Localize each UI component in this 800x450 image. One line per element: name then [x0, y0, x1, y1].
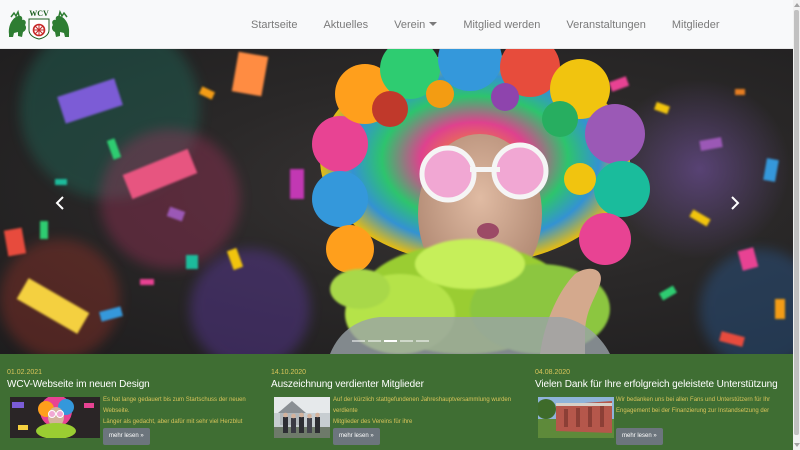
page-scrollbar[interactable] — [793, 0, 800, 450]
read-more-button[interactable]: mehr lesen » — [616, 428, 663, 445]
news-excerpt-line: Länger als gedacht, aber dafür mit sehr … — [103, 419, 243, 425]
news-card: 14.10.2020 Auszeichnung verdienter Mitgl… — [271, 354, 529, 450]
news-thumbnail[interactable] — [538, 397, 614, 438]
carousel-next-button[interactable] — [724, 193, 744, 213]
news-thumbnail[interactable] — [10, 397, 100, 438]
chevron-left-icon — [55, 196, 64, 210]
hero-carousel — [0, 49, 793, 354]
nav-label: Aktuelles — [323, 18, 369, 31]
nav-label: Veranstaltungen — [566, 18, 646, 31]
carousel-prev-button[interactable] — [51, 193, 71, 213]
nav-item-mitglied-werden[interactable]: Mitglied werden — [450, 19, 553, 31]
news-date: 04.08.2020 — [535, 369, 571, 376]
news-excerpt-line: Engagement bei der Finanzierung zur Inst… — [616, 408, 770, 414]
read-more-button[interactable]: mehr lesen » — [333, 428, 380, 445]
nav-item-verein-dropdown[interactable]: Verein — [381, 19, 450, 31]
read-more-button[interactable]: mehr lesen » — [103, 428, 150, 445]
scroll-up-arrow-icon[interactable] — [794, 3, 800, 7]
nav-label: Startseite — [251, 18, 298, 31]
news-excerpt: Wir bedanken uns bei allen Fans und Unte… — [616, 395, 796, 417]
carousel-indicators — [352, 340, 429, 342]
news-excerpt-line: Wir bedanken uns bei allen Fans und Unte… — [616, 397, 771, 403]
nav-label: Mitglied werden — [463, 18, 541, 31]
scrollbar-thumb[interactable] — [794, 10, 799, 435]
news-excerpt-line: Es hat lange gedauert bis zum Startschus… — [103, 397, 246, 414]
news-thumbnail[interactable] — [274, 397, 330, 438]
nav-label: Mitglieder — [671, 18, 720, 31]
nav-item-startseite[interactable]: Startseite — [238, 19, 310, 31]
nav-item-veranstaltungen[interactable]: Veranstaltungen — [553, 19, 659, 31]
nav-item-mitglieder[interactable]: Mitglieder — [659, 19, 733, 31]
news-date: 14.10.2020 — [271, 369, 307, 376]
news-title[interactable]: Vielen Dank für Ihre erfolgreich geleist… — [535, 379, 778, 390]
nav-item-aktuelles[interactable]: Aktuelles — [310, 19, 381, 31]
chevron-right-icon — [731, 196, 740, 210]
carousel-indicator[interactable] — [384, 340, 397, 342]
news-excerpt-line: Mitglieder des Vereins für ihre — [333, 419, 413, 425]
scroll-down-arrow-icon[interactable] — [794, 443, 800, 447]
carousel-indicator[interactable] — [416, 340, 429, 342]
main-nav: Startseite Aktuelles Verein Mitglied wer… — [238, 0, 733, 49]
carousel-indicator[interactable] — [368, 340, 381, 342]
hero-image — [0, 49, 793, 354]
caret-down-icon — [429, 21, 438, 26]
navbar: WCV Startseite Aktuelles Verein Mitglied… — [0, 0, 793, 49]
news-title[interactable]: WCV-Webseite im neuen Design — [7, 379, 150, 390]
news-excerpt: Auf der kürzlich stattgefundenen Jahresh… — [333, 395, 533, 428]
club-logo[interactable]: WCV — [6, 8, 72, 40]
news-title[interactable]: Auszeichnung verdienter Mitglieder — [271, 379, 424, 390]
news-section: 01.02.2021 WCV-Webseite im neuen Design … — [0, 354, 793, 450]
news-date: 01.02.2021 — [7, 369, 43, 376]
carousel-indicator[interactable] — [352, 340, 365, 342]
nav-label: Verein — [394, 18, 426, 31]
logo-text: WCV — [29, 9, 49, 18]
news-card: 01.02.2021 WCV-Webseite im neuen Design … — [7, 354, 265, 450]
news-excerpt-line: Auf der kürzlich stattgefundenen Jahresh… — [333, 397, 512, 414]
news-excerpt: Es hat lange gedauert bis zum Startschus… — [103, 395, 273, 428]
news-card: 04.08.2020 Vielen Dank für Ihre erfolgre… — [535, 354, 793, 450]
carousel-indicator[interactable] — [400, 340, 413, 342]
